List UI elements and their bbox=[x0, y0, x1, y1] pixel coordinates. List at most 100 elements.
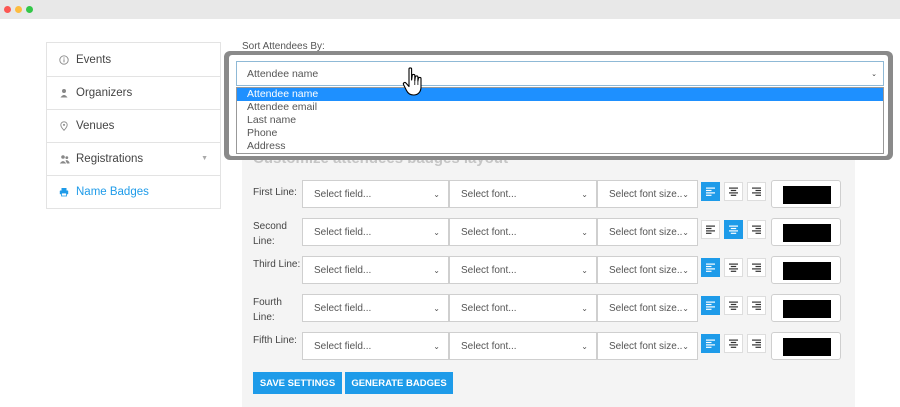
third-line-size-select[interactable]: Select font size.. ⌄ bbox=[597, 256, 698, 284]
first-line-label: First Line: bbox=[253, 187, 297, 198]
second-line-field-select[interactable]: Select field... ⌄ bbox=[302, 218, 449, 246]
size-select-placeholder: Select font size.. bbox=[609, 264, 683, 276]
sidebar-item-label: Venues bbox=[76, 120, 115, 132]
sort-option-attendee-email[interactable]: Attendee email bbox=[237, 101, 883, 114]
generate-badges-button[interactable]: GENERATE BADGES bbox=[345, 372, 453, 394]
sidebar-item-venues[interactable]: Venues bbox=[47, 109, 220, 142]
third-line-color-picker[interactable] bbox=[771, 256, 841, 284]
info-circle-icon bbox=[58, 54, 70, 66]
fifth-line-color-picker[interactable] bbox=[771, 332, 841, 360]
fourth-line-field-select[interactable]: Select field... ⌄ bbox=[302, 294, 449, 322]
sort-option-phone[interactable]: Phone bbox=[237, 127, 883, 140]
sidebar-item-registrations[interactable]: Registrations ▼ bbox=[47, 142, 220, 175]
second-line-font-select[interactable]: Select font... ⌄ bbox=[449, 218, 597, 246]
fifth-line-align-center-button[interactable] bbox=[724, 334, 743, 353]
sort-option-attendee-name[interactable]: Attendee name bbox=[237, 88, 883, 101]
fourth-line-size-select[interactable]: Select font size.. ⌄ bbox=[597, 294, 698, 322]
close-window-button[interactable] bbox=[4, 6, 11, 13]
sidebar-item-organizers[interactable]: Organizers bbox=[47, 76, 220, 109]
align-right-icon bbox=[752, 225, 761, 234]
font-select-placeholder: Select font... bbox=[461, 302, 517, 314]
color-swatch bbox=[783, 186, 831, 204]
sort-option-address[interactable]: Address bbox=[237, 140, 883, 153]
align-right-icon bbox=[752, 301, 761, 310]
color-swatch bbox=[783, 262, 831, 280]
second-line-align-right-button[interactable] bbox=[747, 220, 766, 239]
chevron-down-icon: ⌄ bbox=[433, 190, 440, 199]
caret-down-icon: ▼ bbox=[201, 155, 208, 162]
second-line-align-center-button[interactable] bbox=[724, 220, 743, 239]
font-select-placeholder: Select font... bbox=[461, 226, 517, 238]
align-center-icon bbox=[729, 339, 738, 348]
color-swatch bbox=[783, 224, 831, 242]
align-left-icon bbox=[706, 225, 715, 234]
fourth-line-font-select[interactable]: Select font... ⌄ bbox=[449, 294, 597, 322]
first-line-align-center-button[interactable] bbox=[724, 182, 743, 201]
third-line-align-left-button[interactable] bbox=[701, 258, 720, 277]
chevron-down-icon: ⌄ bbox=[581, 190, 588, 199]
sort-option-last-name[interactable]: Last name bbox=[237, 114, 883, 127]
field-select-placeholder: Select field... bbox=[314, 226, 372, 238]
second-line-align-left-button[interactable] bbox=[701, 220, 720, 239]
chevron-down-icon: ⌄ bbox=[433, 342, 440, 351]
chevron-down-icon: ⌄ bbox=[682, 266, 689, 275]
fifth-line-font-select[interactable]: Select font... ⌄ bbox=[449, 332, 597, 360]
maximize-window-button[interactable] bbox=[26, 6, 33, 13]
first-line-color-picker[interactable] bbox=[771, 180, 841, 208]
align-left-icon bbox=[706, 263, 715, 272]
align-right-icon bbox=[752, 187, 761, 196]
second-line-size-select[interactable]: Select font size.. ⌄ bbox=[597, 218, 698, 246]
font-select-placeholder: Select font... bbox=[461, 188, 517, 200]
chevron-down-icon: ⌄ bbox=[871, 71, 877, 78]
save-settings-button[interactable]: SAVE SETTINGS bbox=[253, 372, 342, 394]
size-select-placeholder: Select font size.. bbox=[609, 188, 683, 200]
color-swatch bbox=[783, 300, 831, 318]
chevron-down-icon: ⌄ bbox=[433, 266, 440, 275]
fifth-line-align-right-button[interactable] bbox=[747, 334, 766, 353]
minimize-window-button[interactable] bbox=[15, 6, 22, 13]
sidebar-item-events[interactable]: Events bbox=[47, 43, 220, 76]
third-line-align-right-button[interactable] bbox=[747, 258, 766, 277]
users-icon bbox=[58, 153, 70, 165]
fourth-line-align-right-button[interactable] bbox=[747, 296, 766, 315]
field-select-placeholder: Select field... bbox=[314, 264, 372, 276]
font-select-placeholder: Select font... bbox=[461, 340, 517, 352]
fifth-line-align-left-button[interactable] bbox=[701, 334, 720, 353]
sidebar-item-label: Events bbox=[76, 53, 112, 66]
align-center-icon bbox=[729, 263, 738, 272]
fourth-line-align-left-button[interactable] bbox=[701, 296, 720, 315]
size-select-placeholder: Select font size.. bbox=[609, 226, 683, 238]
first-line-font-select[interactable]: Select font... ⌄ bbox=[449, 180, 597, 208]
chevron-down-icon: ⌄ bbox=[682, 304, 689, 313]
chevron-down-icon: ⌄ bbox=[433, 304, 440, 313]
first-line-align-right-button[interactable] bbox=[747, 182, 766, 201]
align-left-icon bbox=[706, 187, 715, 196]
sidebar-item-name-badges[interactable]: Name Badges bbox=[47, 175, 220, 208]
align-center-icon bbox=[729, 225, 738, 234]
first-line-field-select[interactable]: Select field... ⌄ bbox=[302, 180, 449, 208]
third-line-font-select[interactable]: Select font... ⌄ bbox=[449, 256, 597, 284]
color-swatch bbox=[783, 338, 831, 356]
fourth-line-label: Fourth Line: bbox=[253, 297, 282, 323]
field-select-placeholder: Select field... bbox=[314, 188, 372, 200]
first-line-size-select[interactable]: Select font size.. ⌄ bbox=[597, 180, 698, 208]
align-left-icon bbox=[706, 339, 715, 348]
fourth-line-align-center-button[interactable] bbox=[724, 296, 743, 315]
sort-options-list: Attendee name Attendee email Last name P… bbox=[236, 87, 884, 154]
fifth-line-field-select[interactable]: Select field... ⌄ bbox=[302, 332, 449, 360]
sort-selected-value: Attendee name bbox=[247, 67, 319, 80]
chevron-down-icon: ⌄ bbox=[433, 228, 440, 237]
fifth-line-size-select[interactable]: Select font size.. ⌄ bbox=[597, 332, 698, 360]
second-line-color-picker[interactable] bbox=[771, 218, 841, 246]
second-line-label: Second Line: bbox=[253, 221, 287, 247]
sidebar-item-label: Registrations bbox=[76, 153, 144, 165]
align-center-icon bbox=[729, 187, 738, 196]
third-line-align-center-button[interactable] bbox=[724, 258, 743, 277]
fourth-line-color-picker[interactable] bbox=[771, 294, 841, 322]
third-line-label: Third Line: bbox=[253, 259, 301, 270]
first-line-align-left-button[interactable] bbox=[701, 182, 720, 201]
sort-attendees-select[interactable]: Attendee name ⌄ bbox=[236, 61, 884, 86]
size-select-placeholder: Select font size.. bbox=[609, 302, 683, 314]
field-select-placeholder: Select field... bbox=[314, 302, 372, 314]
third-line-field-select[interactable]: Select field... ⌄ bbox=[302, 256, 449, 284]
